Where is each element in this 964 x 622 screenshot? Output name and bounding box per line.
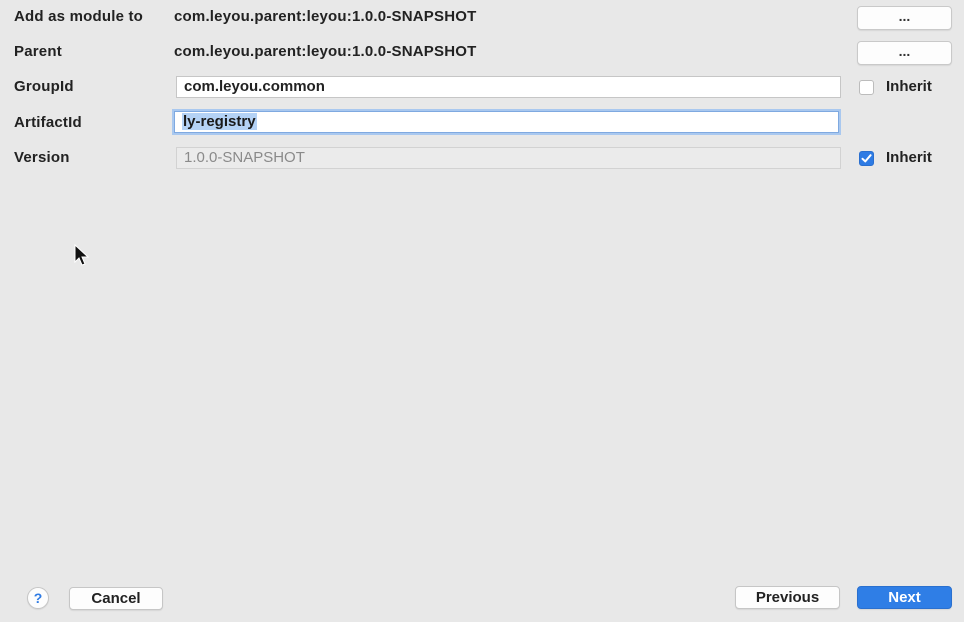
version-input[interactable]: 1.0.0-SNAPSHOT: [176, 147, 841, 169]
help-button[interactable]: ?: [27, 587, 49, 609]
next-button[interactable]: Next: [857, 586, 952, 609]
parent-value: com.leyou.parent:leyou:1.0.0-SNAPSHOT: [174, 43, 477, 60]
group-id-row: GroupId com.leyou.common Inherit: [0, 72, 964, 102]
add-as-module-label: Add as module to: [14, 8, 144, 25]
cancel-button[interactable]: Cancel: [69, 587, 163, 610]
add-as-module-value: com.leyou.parent:leyou:1.0.0-SNAPSHOT: [174, 8, 477, 25]
group-id-label: GroupId: [14, 78, 74, 95]
mouse-pointer-icon: [74, 244, 90, 266]
version-row: Version 1.0.0-SNAPSHOT Inherit: [0, 143, 964, 173]
artifact-id-input[interactable]: ly-registry: [174, 111, 839, 133]
add-as-module-row: Add as module to com.leyou.parent:leyou:…: [0, 2, 964, 32]
artifact-id-label: ArtifactId: [14, 114, 82, 131]
artifact-id-row: ArtifactId ly-registry: [0, 108, 964, 138]
version-inherit-label: Inherit: [886, 149, 932, 166]
new-module-dialog: Add as module to com.leyou.parent:leyou:…: [0, 0, 964, 622]
parent-row: Parent com.leyou.parent:leyou:1.0.0-SNAP…: [0, 37, 964, 67]
version-label: Version: [14, 149, 70, 166]
parent-label: Parent: [14, 43, 62, 60]
add-as-module-browse-button[interactable]: ...: [857, 6, 952, 30]
group-id-inherit-checkbox[interactable]: [859, 80, 874, 95]
group-id-inherit-label: Inherit: [886, 78, 932, 95]
group-id-input[interactable]: com.leyou.common: [176, 76, 841, 98]
check-icon: [861, 154, 872, 163]
parent-browse-button[interactable]: ...: [857, 41, 952, 65]
previous-button[interactable]: Previous: [735, 586, 840, 609]
artifact-id-selected-text: ly-registry: [182, 113, 257, 130]
version-inherit-checkbox[interactable]: [859, 151, 874, 166]
